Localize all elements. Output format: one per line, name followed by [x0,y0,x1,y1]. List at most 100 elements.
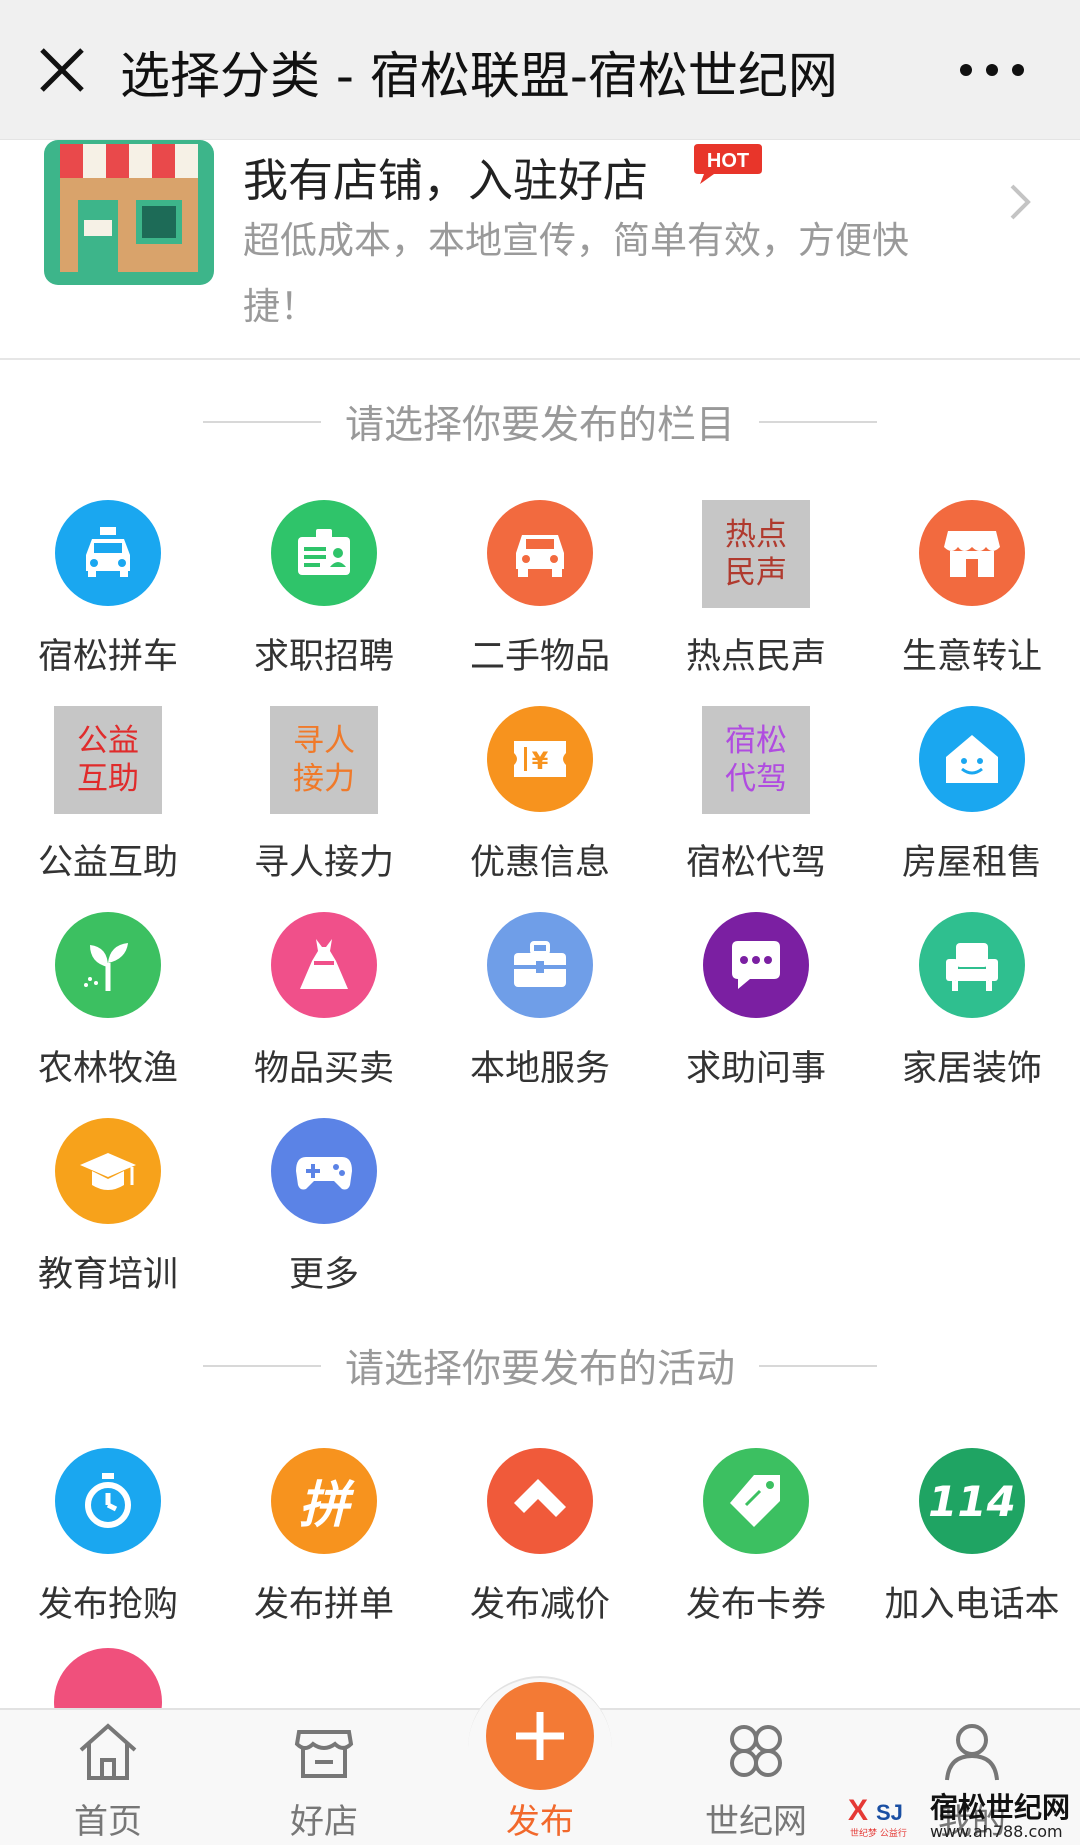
coupon-tag-icon [703,1448,809,1554]
columns-item[interactable]: 物品买卖 [216,912,432,1112]
watermark-url: www.ah788.com [930,1822,1063,1841]
columns-item[interactable]: 家居装饰 [864,912,1080,1112]
activities-section-title: 请选择你要发布的活动 [344,1347,735,1392]
columns-item[interactable]: 房屋租售 [864,706,1080,906]
item-label: 更多 [288,1255,359,1295]
taxi-icon [55,500,161,606]
activities-item[interactable]: 114 加入电话本 [864,1448,1080,1648]
shop-join-banner[interactable]: 我有店铺，入驻好店 HOT 超低成本，本地宣传，简单有效，方便快捷！ [0,140,1080,360]
activities-item[interactable]: 拼发布拼单 [216,1448,432,1648]
columns-item[interactable]: 寻人 接力 寻人接力 [216,706,432,906]
columns-item[interactable]: 更多 [216,1118,432,1318]
clover-icon [730,1725,782,1777]
tab-shops[interactable]: 好店 [216,1710,432,1845]
activities-section-header: 请选择你要发布的活动 [0,1336,1080,1396]
tab-publish-label: 发布 [506,1802,574,1842]
shop-banner-title: 我有店铺，入驻好店 [243,154,649,207]
tile-text-line: 接力 [293,761,355,797]
text-tile-icon: 宿松 代驾 [702,706,810,814]
tile-text-line: 热点 [725,517,787,553]
item-label: 求职招聘 [253,637,394,677]
item-label: 热点民声 [685,637,826,677]
house-icon [919,706,1025,812]
armchair-icon [919,912,1025,1018]
activities-item[interactable]: 发布卡券 [648,1448,864,1648]
item-label: 加入电话本 [884,1585,1060,1625]
storefront-icon [44,140,214,285]
columns-item[interactable]: ¥ 优惠信息 [432,706,648,906]
text-tile-icon: 热点 民声 [702,500,810,608]
columns-section-header: 请选择你要发布的栏目 [0,392,1080,452]
item-label: 物品买卖 [253,1049,394,1089]
partially-visible-activity-icon[interactable] [54,1648,162,1708]
watermark-logo: X SJ 世纪梦 公益行 [848,1794,907,1839]
chat-bubble-icon [703,912,809,1018]
item-label: 二手物品 [469,637,610,677]
discount-arrow-icon [487,1448,593,1554]
shop-icon [294,1730,354,1778]
icon-glyph: 拼 [299,1476,349,1534]
item-label: 本地服务 [469,1049,610,1089]
sprout-icon [55,912,161,1018]
tile-text-line: 宿松 [725,723,787,759]
tile-text-line: 寻人 [293,723,355,759]
dress-icon [271,912,377,1018]
item-label: 发布拼单 [253,1585,394,1625]
title-bar: 选择分类 - 宿松联盟-宿松世纪网 [0,0,1080,140]
item-label: 宿松代驾 [685,843,826,883]
columns-item[interactable]: 求职招聘 [216,500,432,700]
columns-item[interactable]: 公益 互助 公益互助 [0,706,216,906]
more-dots-icon[interactable] [952,50,1032,90]
item-label: 教育培训 [37,1255,178,1295]
stopwatch-icon [55,1448,161,1554]
pin-character-icon: 拼 [271,1448,377,1554]
item-label: 发布抢购 [37,1585,178,1625]
tab-century-net[interactable]: 世纪网 [648,1710,864,1845]
tab-century-net-label: 世纪网 [705,1802,807,1842]
page-title: 选择分类 - 宿松联盟-宿松世纪网 [120,47,838,105]
tile-text-line: 互助 [77,761,139,797]
columns-item[interactable]: 求助问事 [648,912,864,1112]
toolbox-icon [487,912,593,1018]
activities-item[interactable]: 发布抢购 [0,1448,216,1648]
plus-icon [516,1712,564,1760]
icon-glyph: 114 [928,1476,1016,1526]
item-label: 农林牧渔 [37,1049,178,1089]
item-label: 公益互助 [37,843,178,883]
columns-item[interactable]: 二手物品 [432,500,648,700]
tab-home-label: 首页 [74,1802,142,1842]
text-tile-icon: 公益 互助 [54,706,162,814]
gamepad-icon [271,1118,377,1224]
item-label: 求助问事 [685,1049,826,1089]
columns-item[interactable]: 宿松拼车 [0,500,216,700]
columns-item[interactable]: 教育培训 [0,1118,216,1318]
svg-text:¥: ¥ [532,747,549,775]
tab-home[interactable]: 首页 [0,1710,216,1845]
publish-button[interactable] [486,1682,594,1790]
svg-text:SJ: SJ [876,1800,903,1825]
shop-banner-description: 超低成本，本地宣传，简单有效，方便快捷！ [243,219,909,328]
item-label: 优惠信息 [469,843,610,883]
svg-text:世纪梦 公益行: 世纪梦 公益行 [850,1827,907,1839]
svg-text:X: X [848,1794,868,1827]
item-label: 寻人接力 [253,843,394,883]
id-card-icon [271,500,377,606]
tile-text-line: 代驾 [725,761,787,797]
store-icon [919,500,1025,606]
columns-item[interactable]: 本地服务 [432,912,648,1112]
activities-item[interactable]: 发布减价 [432,1448,648,1648]
columns-item[interactable]: 热点 民声 热点民声 [648,500,864,700]
columns-section-title: 请选择你要发布的栏目 [344,403,735,448]
chevron-right-icon [1010,184,1031,220]
close-icon[interactable] [34,42,90,98]
tile-text-line: 公益 [77,723,139,759]
site-watermark: X SJ 世纪梦 公益行 宿松世纪网 www.ah788.com [846,1786,1080,1845]
item-label: 房屋租售 [901,843,1042,883]
text-tile-icon: 寻人 接力 [270,706,378,814]
columns-item[interactable]: 生意转让 [864,500,1080,700]
columns-item[interactable]: 宿松 代驾 宿松代驾 [648,706,864,906]
item-label: 家居装饰 [901,1049,1042,1089]
watermark-site-name: 宿松世纪网 [930,1791,1071,1824]
columns-item[interactable]: 农林牧渔 [0,912,216,1112]
phonebook-114-icon: 114 [919,1448,1025,1554]
